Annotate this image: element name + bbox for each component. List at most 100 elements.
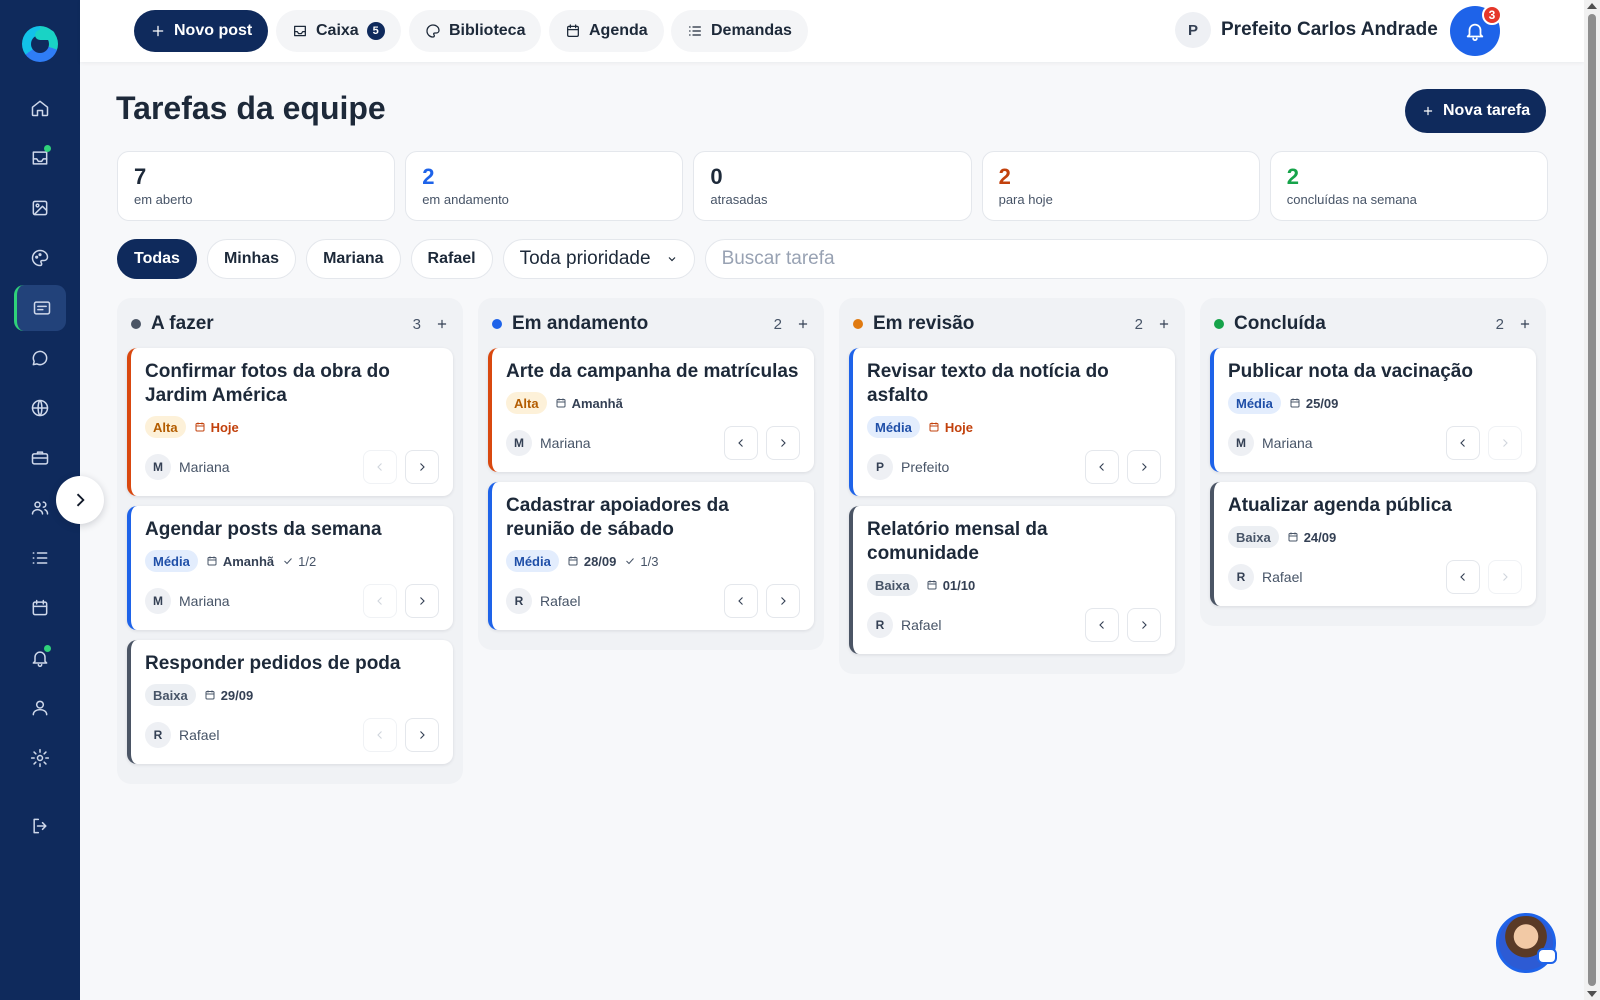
move-left-button[interactable] [1446,560,1480,594]
task-card[interactable]: Arte da campanha de matrículas Alta Amanhã… [488,348,814,472]
move-right-button[interactable] [1127,608,1161,642]
task-card[interactable]: Relatório mensal da comunidade Baixa 01/10… [849,506,1175,654]
move-right-button[interactable] [1488,560,1522,594]
add-card-button[interactable] [1157,317,1171,331]
sidebar-item-website[interactable] [14,385,66,431]
priority-badge: Baixa [145,684,196,706]
sidebar-item-home[interactable] [14,85,66,131]
move-right-button[interactable] [766,426,800,460]
calendar-icon [205,690,215,700]
user-menu[interactable]: P Prefeito Carlos Andrade [1175,12,1464,48]
task-meta: Baixa 01/10 [867,574,1161,596]
search-input[interactable] [704,239,1548,279]
task-card[interactable]: Responder pedidos de poda Baixa 29/09 R Rafa… [127,640,453,764]
chevron-right-icon [420,463,425,471]
alerts-unread-dot [44,645,51,652]
scrollbar[interactable] [1584,0,1600,1000]
avatar: M [145,454,171,480]
notifications-count-badge: 3 [1482,5,1502,25]
sidebar-expand-button[interactable] [56,476,104,524]
task-card[interactable]: Confirmar fotos da obra do Jardim Améric… [127,348,453,496]
sidebar-item-chat[interactable] [14,335,66,381]
inbox-button[interactable]: Caixa 5 [276,10,401,52]
plus-icon [437,319,447,329]
move-left-button[interactable] [1446,426,1480,460]
filter-chip-all[interactable]: Todas [117,239,197,279]
move-left-button[interactable] [724,584,758,618]
sidebar-item-alerts[interactable] [14,635,66,681]
move-left-button[interactable] [363,584,397,618]
sidebar-item-gallery[interactable] [14,185,66,231]
chevron-down-icon [668,257,675,262]
due-date: 29/09 [204,688,253,703]
move-right-button[interactable] [405,584,439,618]
agenda-button[interactable]: Agenda [549,10,664,52]
priority-badge: Média [867,416,920,438]
app-logo[interactable] [22,26,58,62]
calendar-icon [32,599,48,616]
demands-button[interactable]: Demandas [671,10,808,52]
task-card[interactable]: Agendar posts da semana Média Amanhã 1/2 M Ma… [127,506,453,630]
calendar-icon [556,398,566,408]
globe-icon [31,399,49,417]
filter-chip-rafael[interactable]: Rafael [410,239,493,279]
task-footer: R Rafael [506,584,800,618]
sidebar-item-demands[interactable] [14,535,66,581]
sidebar-item-inbox[interactable] [14,135,66,181]
sidebar-item-calendar[interactable] [14,585,66,631]
avatar: M [506,430,532,456]
task-meta: Média 25/09 [1228,392,1522,414]
scroll-down-arrow[interactable] [1587,991,1597,997]
column-status-dot [492,319,502,329]
briefcase-icon [31,451,49,465]
move-left-button[interactable] [363,450,397,484]
add-card-button[interactable] [435,317,449,331]
priority-select-value: Toda prioridade [519,248,651,269]
move-left-button[interactable] [724,426,758,460]
calendar-icon [195,422,205,432]
library-button[interactable]: Biblioteca [409,10,542,52]
new-task-button[interactable]: Nova tarefa [1405,89,1547,133]
checklist-progress: 1/2 [282,554,316,569]
move-left-button[interactable] [1085,450,1119,484]
scroll-up-arrow[interactable] [1587,3,1597,9]
move-right-button[interactable] [405,450,439,484]
task-meta: Alta Amanhã [506,392,800,414]
check-icon [626,558,635,565]
move-left-button[interactable] [363,718,397,752]
sidebar-item-settings[interactable] [14,735,66,781]
sidebar-item-profile[interactable] [14,685,66,731]
assistant-avatar-button[interactable] [1496,913,1557,973]
task-card[interactable]: Cadastrar apoiadores da reunião de sábad… [488,482,814,630]
task-title: Atualizar agenda pública [1228,495,1452,516]
sidebar-item-projects[interactable] [14,435,66,481]
filter-chip-mine[interactable]: Minhas [206,239,297,279]
sidebar-item-tasks[interactable] [14,285,66,331]
add-card-button[interactable] [1518,317,1532,331]
sidebar-item-logout[interactable] [14,803,66,849]
calendar-icon [207,556,217,566]
move-right-button[interactable] [766,584,800,618]
chevron-left-icon [377,597,382,605]
move-left-button[interactable] [1085,608,1119,642]
task-card[interactable]: Atualizar agenda pública Baixa 24/09 R Rafae… [1210,482,1536,606]
move-right-button[interactable] [1127,450,1161,484]
add-card-button[interactable] [796,317,810,331]
task-card[interactable]: Revisar texto da notícia do asfalto Média… [849,348,1175,496]
move-right-button[interactable] [1488,426,1522,460]
new-post-button[interactable]: Novo post [134,10,269,52]
due-date-text: 24/09 [1303,529,1337,545]
library-label: Biblioteca [449,22,526,39]
calendar-icon [927,580,937,590]
calendar-icon [567,24,579,37]
task-title: Revisar texto da notícia do asfalto [867,361,1109,406]
sidebar-item-library[interactable] [14,235,66,281]
notifications-button[interactable]: 3 [1450,5,1502,56]
move-right-button[interactable] [405,718,439,752]
task-card[interactable]: Publicar nota da vacinação Média 25/09 M Mar… [1210,348,1536,472]
list-icon [32,552,48,564]
priority-select[interactable]: Toda prioridade [502,239,695,279]
filter-chip-mariana[interactable]: Mariana [306,239,401,279]
new-post-label: Novo post [174,22,253,39]
scroll-thumb[interactable] [1588,14,1596,986]
